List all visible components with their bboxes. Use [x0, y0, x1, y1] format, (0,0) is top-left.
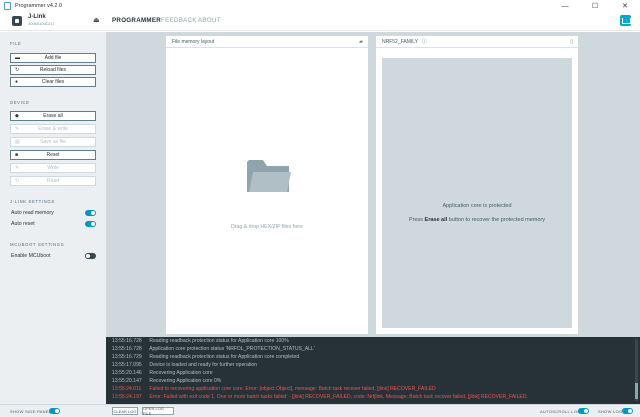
- clear-icon: ●: [15, 79, 19, 85]
- log-line-error: 13:55:24.197 Error: Failed with exit cod…: [112, 394, 528, 400]
- show-side-panel-toggle[interactable]: [49, 408, 60, 414]
- file-memory-title: File memory layout: [172, 38, 215, 45]
- reload-files-button[interactable]: ↻ Reload files: [10, 65, 96, 75]
- add-file-button[interactable]: ▬ Add file: [10, 53, 96, 63]
- main-area: File memory layout ▰ Drag & drop HEX/ZIP…: [106, 32, 640, 337]
- file-memory-panel[interactable]: File memory layout ▰ Drag & drop HEX/ZIP…: [166, 36, 368, 334]
- nordic-logo: [620, 15, 631, 26]
- refresh-icon: ↻: [15, 178, 20, 184]
- auto-read-memory-toggle[interactable]: [85, 210, 96, 216]
- open-log-file-button[interactable]: OPEN LOG FILE: [142, 406, 174, 416]
- mcuboot-settings-heading: MCUBOOT SETTINGS: [10, 242, 65, 247]
- device-memory-header: NRF52_FAMILY ⓘ ▯: [376, 36, 578, 48]
- tab-feedback[interactable]: FEEDBACK: [161, 17, 197, 24]
- pencil-icon: ✎: [15, 165, 20, 171]
- auto-reset-label: Auto reset: [11, 221, 35, 227]
- info-icon[interactable]: ⓘ: [422, 38, 427, 45]
- log-line: 13:55:16.729 Reading readback protection…: [112, 354, 300, 360]
- device-serial: 000601041217: [28, 21, 55, 26]
- minimize-button[interactable]: —: [550, 0, 580, 12]
- tab-about[interactable]: ABOUT: [198, 17, 221, 24]
- folder-icon: ▬: [15, 55, 20, 61]
- auto-reset-toggle[interactable]: [85, 221, 96, 227]
- device-name[interactable]: J-Link: [28, 14, 46, 20]
- clear-log-button[interactable]: CLEAR LOG: [112, 407, 138, 415]
- app-window: Programmer v4.2.0 — ☐ ✕ J-Link 000601041…: [0, 0, 640, 417]
- close-button[interactable]: ✕: [610, 0, 640, 12]
- write-button[interactable]: ✎ Write: [10, 163, 96, 173]
- log-line-error: 13:55:24.011 Failed to recovering applic…: [112, 386, 436, 392]
- refresh-icon: ↻: [15, 67, 20, 73]
- side-panel: FILE ▬ Add file ↻ Reload files ● Clear file…: [0, 32, 106, 415]
- tab-programmer[interactable]: PROGRAMMER: [112, 17, 161, 24]
- save-as-file-button[interactable]: ▤ Save as file: [10, 137, 96, 147]
- reset-icon: ■: [15, 152, 19, 158]
- chip-icon[interactable]: [12, 16, 22, 26]
- pencil-icon: ✎: [15, 126, 20, 132]
- log-scrollbar[interactable]: [635, 339, 638, 401]
- log-line: 13:55:17.095 Device is loaded and ready …: [112, 362, 258, 368]
- eject-icon[interactable]: ⏏: [93, 16, 100, 24]
- enable-mcuboot-label: Enable MCUboot: [11, 253, 51, 259]
- recover-instruction: Press Erase all button to recover the pr…: [408, 217, 546, 223]
- app-icon: [4, 2, 11, 10]
- file-memory-header: File memory layout ▰: [166, 36, 368, 48]
- save-icon: ▤: [15, 139, 20, 145]
- window-title: Programmer v4.2.0: [15, 3, 63, 9]
- show-log-label: SHOW LOG: [598, 409, 623, 414]
- read-button[interactable]: ↻ Read: [10, 176, 96, 186]
- folder-icon: [247, 160, 291, 192]
- title-bar: Programmer v4.2.0 — ☐ ✕: [0, 0, 640, 12]
- show-log-toggle[interactable]: [622, 408, 633, 414]
- log-line: 13:55:20.147 Recovering Application core…: [112, 378, 222, 384]
- erase-all-button[interactable]: ◆ Erase all: [10, 111, 96, 121]
- jlink-settings-heading: J-LINK SETTINGS: [10, 199, 55, 204]
- erase-write-button[interactable]: ✎ Erase & write: [10, 124, 96, 134]
- device-memory-panel: NRF52_FAMILY ⓘ ▯ Application core is pro…: [376, 36, 578, 334]
- show-side-panel-label: SHOW SIDE PANEL: [10, 409, 52, 414]
- folder-icon[interactable]: ▰: [359, 39, 363, 45]
- drop-zone-text: Drag & drop HEX/ZIP files here: [231, 224, 303, 230]
- protected-overlay: Application core is protected Press Eras…: [382, 58, 572, 328]
- device-section-heading: DEVICE: [10, 100, 30, 105]
- auto-read-memory-label: Auto read memory: [11, 210, 54, 216]
- protected-message: Application core is protected: [442, 203, 512, 209]
- autoscroll-log-label: AUTOSCROLL LOG: [540, 409, 581, 414]
- file-section-heading: FILE: [10, 41, 22, 46]
- log-line: 13:55:16.728 Application core protection…: [112, 346, 315, 352]
- footer-bar: SHOW SIDE PANEL CLEAR LOG OPEN LOG FILE …: [0, 404, 640, 417]
- reset-button[interactable]: ■ Reset: [10, 150, 96, 160]
- log-panel[interactable]: 13:55:16.728 Reading readback protection…: [106, 337, 640, 404]
- enable-mcuboot-toggle[interactable]: [85, 253, 96, 259]
- device-family-title: NRF52_FAMILY: [382, 38, 419, 45]
- eraser-icon: ◆: [15, 113, 19, 119]
- maximize-button[interactable]: ☐: [580, 0, 610, 12]
- clear-files-button[interactable]: ● Clear files: [10, 77, 96, 87]
- log-line: 13:55:16.728 Reading readback protection…: [112, 338, 289, 344]
- chip-small-icon: ▯: [570, 39, 573, 45]
- log-line: 13:55:20.146 Recovering Application core: [112, 370, 213, 376]
- autoscroll-log-toggle[interactable]: [578, 408, 589, 414]
